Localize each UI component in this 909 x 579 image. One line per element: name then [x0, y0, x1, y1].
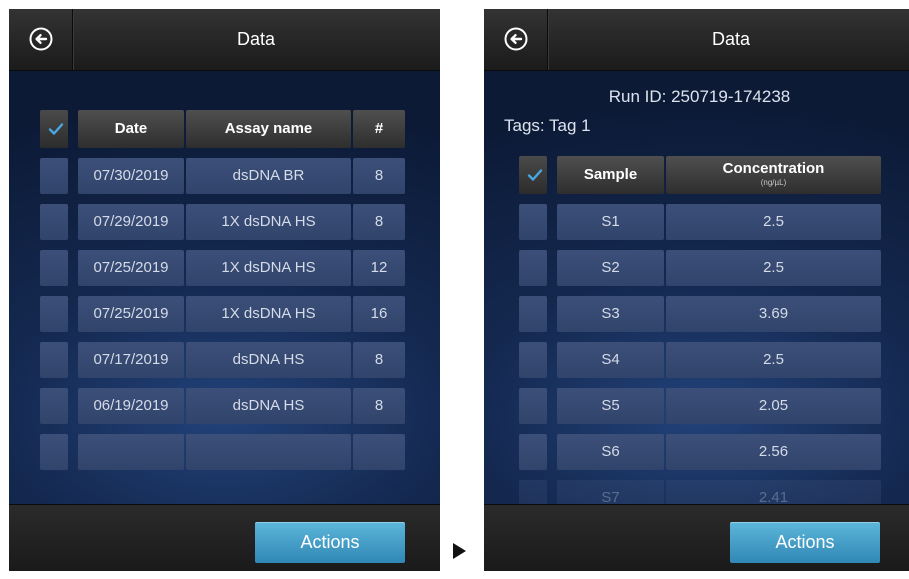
cell-count: 8	[353, 204, 405, 240]
footer-bar: Actions	[9, 504, 440, 571]
actions-button[interactable]: Actions	[730, 522, 880, 563]
cell-concentration: 2.5	[666, 342, 881, 378]
play-arrow-icon	[453, 543, 466, 559]
checkmark-icon	[527, 169, 543, 181]
checkmark-icon	[48, 123, 64, 135]
cell-count: 12	[353, 250, 405, 286]
page-title: Data	[711, 29, 751, 49]
footer-bar: Actions	[484, 504, 909, 571]
back-arrow-icon	[29, 27, 53, 51]
cell-count: 8	[353, 388, 405, 424]
cell-date: 07/17/2019	[78, 342, 184, 378]
back-button[interactable]	[9, 9, 73, 70]
select-all-checkbox[interactable]	[519, 156, 547, 194]
cell-assay-name: dsDNA HS	[186, 342, 351, 378]
title-bar: Data	[9, 9, 440, 71]
cell-concentration: 2.5	[666, 204, 881, 240]
cell-date: 07/25/2019	[78, 250, 184, 286]
row-checkbox[interactable]	[519, 434, 547, 470]
row-checkbox[interactable]	[40, 342, 68, 378]
cell-count: 8	[353, 342, 405, 378]
cell-assay-name	[186, 434, 351, 470]
cell-sample: S4	[557, 342, 664, 378]
row-checkbox[interactable]	[519, 296, 547, 332]
row-checkbox[interactable]	[40, 388, 68, 424]
data-list-screen: Data Date Assay name # 07/30/2019 dsDNA …	[9, 9, 440, 571]
run-id: Run ID: 250719-174238	[608, 87, 791, 106]
cell-concentration: 2.05	[666, 388, 881, 424]
row-checkbox[interactable]	[519, 342, 547, 378]
cell-concentration: 2.5	[666, 250, 881, 286]
run-detail-screen: Data Run ID: 250719-174238 Tags: Tag 1 S…	[484, 9, 909, 571]
select-all-checkbox[interactable]	[40, 110, 68, 148]
cell-count	[353, 434, 405, 470]
tags-label: Tags: Tag 1	[504, 116, 591, 135]
row-checkbox[interactable]	[519, 204, 547, 240]
row-checkbox[interactable]	[40, 158, 68, 194]
column-header-count[interactable]: #	[353, 110, 405, 148]
cell-date: 07/25/2019	[78, 296, 184, 332]
cell-date: 07/30/2019	[78, 158, 184, 194]
cell-assay-name: 1X dsDNA HS	[186, 250, 351, 286]
title-bar: Data	[484, 9, 909, 71]
column-header-assay-name[interactable]: Assay name	[186, 110, 351, 148]
cell-sample: S1	[557, 204, 664, 240]
cell-assay-name: 1X dsDNA HS	[186, 204, 351, 240]
cell-sample: S3	[557, 296, 664, 332]
row-checkbox[interactable]	[40, 434, 68, 470]
cell-date: 07/29/2019	[78, 204, 184, 240]
back-button[interactable]	[484, 9, 548, 70]
row-checkbox[interactable]	[519, 388, 547, 424]
column-header-concentration[interactable]: Concentration (ng/µL)	[666, 156, 881, 194]
cell-date	[78, 434, 184, 470]
row-checkbox[interactable]	[40, 250, 68, 286]
cell-sample: S2	[557, 250, 664, 286]
row-checkbox[interactable]	[40, 204, 68, 240]
cell-sample: S5	[557, 388, 664, 424]
column-header-date[interactable]: Date	[78, 110, 184, 148]
row-checkbox[interactable]	[40, 296, 68, 332]
concentration-unit: (ng/µL)	[760, 178, 787, 187]
column-header-sample[interactable]: Sample	[557, 156, 664, 194]
cell-count: 16	[353, 296, 405, 332]
page-title: Data	[236, 29, 276, 49]
cell-count: 8	[353, 158, 405, 194]
actions-button[interactable]: Actions	[255, 522, 405, 563]
cell-assay-name: dsDNA BR	[186, 158, 351, 194]
cell-assay-name: 1X dsDNA HS	[186, 296, 351, 332]
cell-date: 06/19/2019	[78, 388, 184, 424]
cell-sample: S6	[557, 434, 664, 470]
cell-concentration: 2.56	[666, 434, 881, 470]
cell-assay-name: dsDNA HS	[186, 388, 351, 424]
back-arrow-icon	[504, 27, 528, 51]
cell-concentration: 3.69	[666, 296, 881, 332]
row-checkbox[interactable]	[519, 250, 547, 286]
